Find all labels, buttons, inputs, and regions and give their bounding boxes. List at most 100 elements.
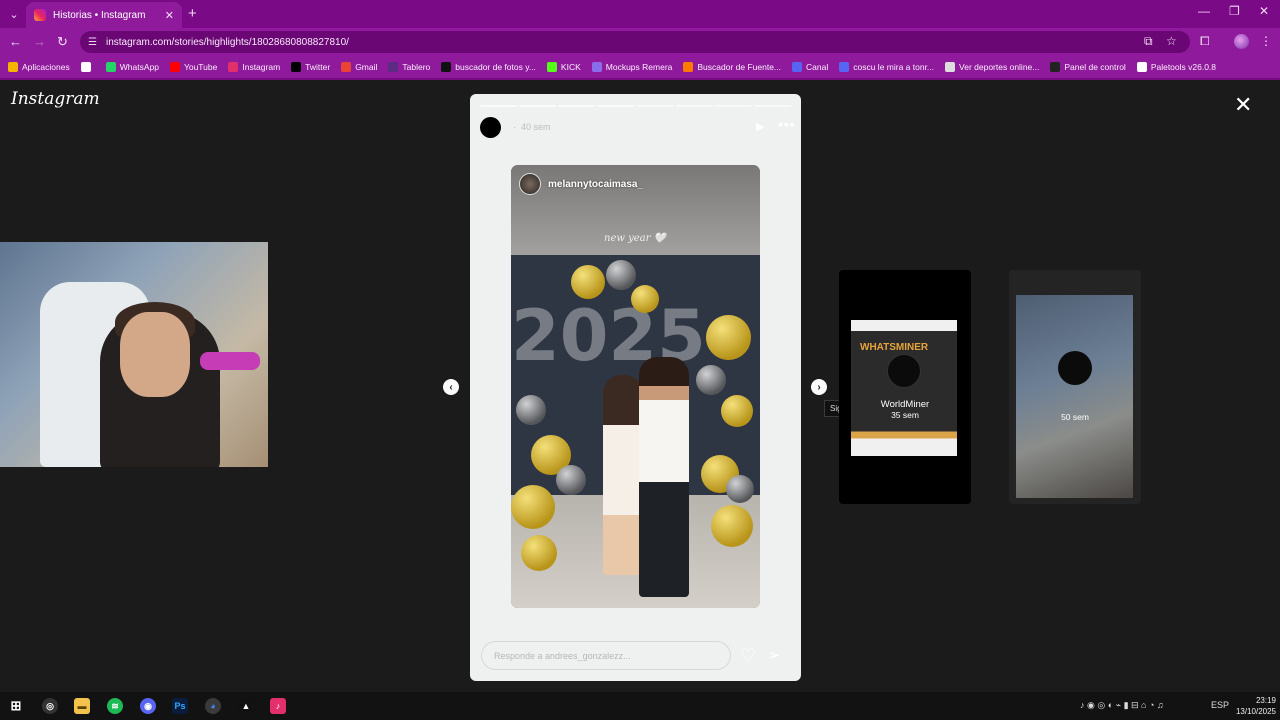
language-indicator[interactable]: ESP: [1211, 700, 1229, 710]
bookmarks-bar: Aplicaciones WhatsApp YouTube Instagram Twit…: [0, 56, 1280, 78]
thumbnail-heading: WHATSMINER: [860, 342, 929, 353]
reload-icon[interactable]: ↻: [57, 34, 68, 50]
bookmark-item[interactable]: KICK: [546, 62, 581, 72]
instagram-stories-page: Instagram ✕ · 40 sem ▶ ••• 2025 melannyt…: [0, 80, 1280, 692]
thumbnail-time: 35 sem: [891, 410, 919, 420]
tab-instagram[interactable]: Historias • Instagram ✕: [26, 2, 182, 28]
tray-icons[interactable]: ♪ ◉ ◎ ◐ ⌁ ▮ ⊟ ⌂ ◔ ♫: [1080, 700, 1164, 711]
install-app-icon[interactable]: ⧉: [1144, 34, 1153, 49]
bookmark-item[interactable]: Tablero: [388, 62, 430, 72]
post-username[interactable]: melannytocaimasa_: [548, 179, 643, 190]
thumbnail-name: WorldMiner: [880, 399, 930, 410]
next-story-button[interactable]: ›: [811, 379, 827, 395]
toolbar: ← → ↻ ☰ instagram.com/stories/highlights…: [0, 28, 1280, 56]
close-stories-icon[interactable]: ✕: [1234, 92, 1252, 118]
extensions-icon[interactable]: ⧠: [1200, 34, 1210, 49]
bookmark-item[interactable]: Canal: [792, 62, 828, 72]
bookmark-item[interactable]: Instagram: [228, 62, 280, 72]
clock-time: 23:19: [1255, 696, 1276, 705]
clock-date: 13/10/2025: [1235, 707, 1276, 716]
site-info-icon[interactable]: ☰: [88, 37, 97, 48]
bookmark-label: Buscador de Fuente...: [697, 62, 782, 72]
bookmark-item[interactable]: coscu le mira a tonr...: [839, 62, 934, 72]
post-header: melannytocaimasa_: [519, 173, 643, 195]
next-story-thumbnail-2[interactable]: 50 sem: [1009, 270, 1141, 504]
tab-search-icon[interactable]: ⌄: [4, 5, 24, 23]
bookmark-item[interactable]: buscador de fotos y...: [441, 62, 536, 72]
window-close-icon[interactable]: ✕: [1259, 4, 1269, 18]
tiktok-icon[interactable]: ♪: [270, 698, 286, 714]
forward-icon[interactable]: →: [33, 34, 46, 49]
next-story-thumbnail-worldminer[interactable]: WHATSMINER WorldMiner 35 sem: [839, 270, 971, 504]
bookmark-icon: [8, 62, 18, 72]
tab-title: Historias • Instagram: [53, 9, 146, 21]
bookmark-star-icon[interactable]: ☆: [1166, 34, 1177, 48]
back-icon[interactable]: ←: [9, 34, 22, 49]
discord-icon[interactable]: ◉: [140, 698, 156, 714]
bookmark-item[interactable]: Paletools v26.0.8: [1136, 62, 1217, 72]
progress-segment: [636, 105, 674, 107]
app-icon[interactable]: ▲: [238, 698, 254, 714]
bookmark-icon: [792, 62, 803, 72]
clock[interactable]: 23:19 13/10/2025: [1230, 695, 1276, 717]
webcam-overlay: [0, 242, 268, 467]
like-heart-icon[interactable]: ♡: [740, 645, 756, 666]
profile-avatar[interactable]: [1234, 34, 1249, 49]
bookmark-icon: [341, 62, 352, 72]
tab-close-icon[interactable]: ✕: [165, 9, 174, 22]
new-tab-icon[interactable]: +: [188, 5, 197, 22]
bookmark-item[interactable]: Ver deportes online...: [945, 62, 1039, 72]
post-author-avatar[interactable]: [519, 173, 541, 195]
bookmark-item[interactable]: YouTube: [169, 62, 217, 72]
bookmark-item[interactable]: Twitter: [291, 62, 330, 72]
bookmark-icon: [80, 62, 91, 72]
story-viewer[interactable]: · 40 sem ▶ ••• 2025 melannytocaimasa_ ne…: [470, 94, 801, 681]
file-explorer-icon[interactable]: ▬: [74, 698, 90, 714]
address-bar[interactable]: ☰ instagram.com/stories/highlights/18028…: [80, 31, 1190, 53]
more-options-icon[interactable]: •••: [778, 116, 796, 132]
bookmark-icon: [683, 62, 694, 72]
bookmark-label: Panel de control: [1064, 62, 1126, 72]
bookmark-item[interactable]: Gmail: [341, 62, 377, 72]
url-text: instagram.com/stories/highlights/1802868…: [105, 36, 349, 48]
progress-segment: [597, 105, 635, 107]
bookmark-icon: [839, 62, 850, 72]
bookmark-item[interactable]: Mockups Remera: [591, 62, 672, 72]
bookmark-item[interactable]: Aplicaciones: [8, 62, 70, 72]
story-author-avatar[interactable]: [480, 116, 501, 138]
bookmark-icon: [169, 62, 180, 72]
progress-segment: [519, 105, 557, 107]
restore-icon[interactable]: ❐: [1229, 4, 1240, 18]
shared-post[interactable]: 2025 melannytocaimasa_ new year 🤍: [511, 165, 760, 608]
tab-bar: ⌄ Historias • Instagram ✕ + — ❐ ✕: [0, 0, 1280, 28]
chrome-icon[interactable]: ◕: [205, 698, 221, 714]
bookmark-item[interactable]: Panel de control: [1050, 62, 1126, 72]
bookmark-label: Aplicaciones: [22, 62, 70, 72]
spotify-icon[interactable]: ≋: [107, 698, 123, 714]
browser-chrome: ⌄ Historias • Instagram ✕ + — ❐ ✕ ← → ↻ …: [0, 0, 1280, 80]
progress-segment: [753, 105, 791, 107]
story-progress-bar: [480, 105, 791, 107]
instagram-logo[interactable]: Instagram: [11, 89, 100, 109]
minimize-icon[interactable]: —: [1198, 4, 1210, 18]
app-icon[interactable]: ◎: [42, 698, 58, 714]
send-message-icon[interactable]: ➢: [768, 646, 781, 664]
play-icon[interactable]: ▶: [756, 120, 764, 133]
thumbnail-label: WorldMiner 35 sem: [839, 399, 971, 420]
bookmark-label: Canal: [806, 62, 829, 72]
bookmark-label: Paletools v26.0.8: [1150, 62, 1217, 72]
previous-story-button[interactable]: ‹: [443, 379, 459, 395]
photoshop-icon[interactable]: Ps: [172, 698, 188, 714]
bookmark-icon: [228, 62, 239, 72]
instagram-favicon-icon: [34, 9, 46, 21]
bookmark-label: buscador de fotos y...: [455, 62, 536, 72]
browser-menu-icon[interactable]: ⋮: [1260, 34, 1272, 48]
worldminer-avatar: [887, 354, 921, 388]
bookmark-label: KICK: [560, 62, 581, 72]
reply-input[interactable]: Responde a andrees_gonzalezz...: [481, 641, 731, 670]
bookmark-item[interactable]: [80, 62, 95, 72]
bookmark-item[interactable]: WhatsApp: [105, 62, 159, 72]
windows-start-icon[interactable]: ⊞: [8, 698, 24, 714]
story-header: · 40 sem ▶ •••: [480, 116, 795, 138]
bookmark-item[interactable]: Buscador de Fuente...: [683, 62, 781, 72]
